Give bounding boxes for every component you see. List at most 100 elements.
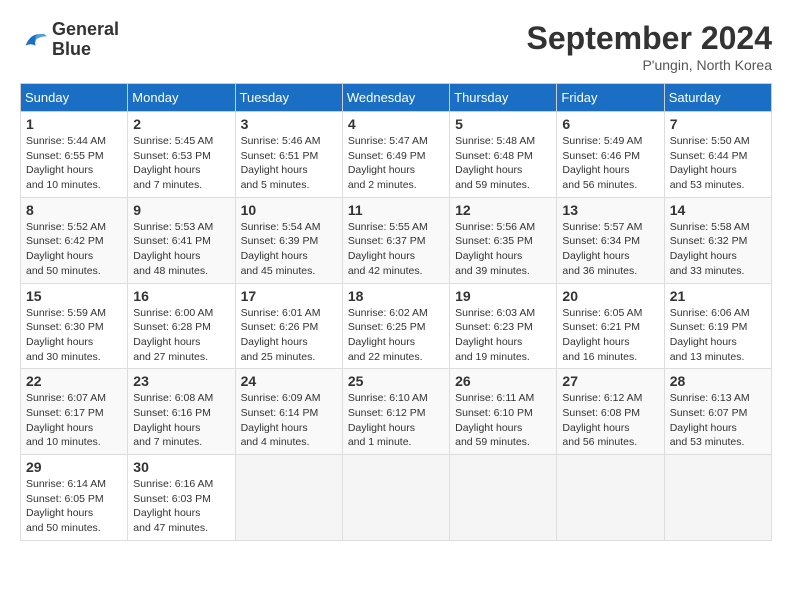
calendar-week-row: 29 Sunrise: 6:14 AMSunset: 6:05 PMDayligh… bbox=[21, 455, 772, 541]
calendar-week-row: 22 Sunrise: 6:07 AMSunset: 6:17 PMDayligh… bbox=[21, 369, 772, 455]
sunset-time: Sunset: 6:51 PM bbox=[241, 150, 319, 162]
sunrise-time: Sunrise: 5:47 AM bbox=[348, 135, 428, 147]
table-row: 12Sunrise: 5:56 AMSunset: 6:35 PMDayligh… bbox=[450, 197, 557, 283]
sunset-time: Sunset: 6:12 PM bbox=[348, 407, 426, 419]
day-number: 18 bbox=[348, 288, 444, 304]
col-friday: Friday bbox=[557, 84, 664, 112]
daylight-label: Daylight hours bbox=[348, 422, 415, 434]
sunset-time: Sunset: 6:25 PM bbox=[348, 321, 426, 333]
table-row bbox=[450, 455, 557, 541]
col-saturday: Saturday bbox=[664, 84, 771, 112]
daylight-minutes: and 2 minutes. bbox=[348, 179, 417, 191]
sunrise-time: Sunrise: 5:50 AM bbox=[670, 135, 750, 147]
sunrise-time: Sunrise: 6:01 AM bbox=[241, 307, 321, 319]
sunrise-time: Sunrise: 6:02 AM bbox=[348, 307, 428, 319]
col-wednesday: Wednesday bbox=[342, 84, 449, 112]
daylight-minutes: and 22 minutes. bbox=[348, 351, 423, 363]
table-row: 22 Sunrise: 6:07 AMSunset: 6:17 PMDayligh… bbox=[21, 369, 128, 455]
sunset-time: Sunset: 6:30 PM bbox=[26, 321, 104, 333]
sunset-time: Sunset: 6:46 PM bbox=[562, 150, 640, 162]
daylight-label: Daylight hours bbox=[670, 422, 737, 434]
table-row: 15Sunrise: 5:59 AMSunset: 6:30 PMDayligh… bbox=[21, 283, 128, 369]
sunrise-time: Sunrise: 6:06 AM bbox=[670, 307, 750, 319]
day-info: Sunrise: 6:02 AMSunset: 6:25 PMDaylight … bbox=[348, 306, 444, 365]
sunset-time: Sunset: 6:10 PM bbox=[455, 407, 533, 419]
sunset-time: Sunset: 6:48 PM bbox=[455, 150, 533, 162]
day-number: 25 bbox=[348, 373, 444, 389]
table-row: 3 Sunrise: 5:46 AMSunset: 6:51 PMDaylight… bbox=[235, 112, 342, 198]
day-number: 29 bbox=[26, 459, 122, 475]
sunset-time: Sunset: 6:05 PM bbox=[26, 493, 104, 505]
day-info: Sunrise: 5:44 AMSunset: 6:55 PMDaylight … bbox=[26, 134, 122, 193]
day-info: Sunrise: 6:07 AMSunset: 6:17 PMDaylight … bbox=[26, 391, 122, 450]
sunrise-time: Sunrise: 5:55 AM bbox=[348, 221, 428, 233]
sunrise-time: Sunrise: 6:09 AM bbox=[241, 392, 321, 404]
calendar-table: Sunday Monday Tuesday Wednesday Thursday… bbox=[20, 83, 772, 541]
sunset-time: Sunset: 6:17 PM bbox=[26, 407, 104, 419]
sunset-time: Sunset: 6:16 PM bbox=[133, 407, 211, 419]
sunset-time: Sunset: 6:49 PM bbox=[348, 150, 426, 162]
daylight-minutes: and 7 minutes. bbox=[133, 436, 202, 448]
table-row: 5Sunrise: 5:48 AMSunset: 6:48 PMDaylight… bbox=[450, 112, 557, 198]
daylight-minutes: and 33 minutes. bbox=[670, 265, 745, 277]
day-info: Sunrise: 6:14 AMSunset: 6:05 PMDaylight … bbox=[26, 477, 122, 536]
daylight-minutes: and 50 minutes. bbox=[26, 265, 101, 277]
sunset-time: Sunset: 6:53 PM bbox=[133, 150, 211, 162]
sunset-time: Sunset: 6:19 PM bbox=[670, 321, 748, 333]
day-number: 24 bbox=[241, 373, 337, 389]
table-row: 16Sunrise: 6:00 AMSunset: 6:28 PMDayligh… bbox=[128, 283, 235, 369]
sunset-time: Sunset: 6:32 PM bbox=[670, 235, 748, 247]
daylight-label: Daylight hours bbox=[241, 336, 308, 348]
day-number: 2 bbox=[133, 116, 229, 132]
daylight-minutes: and 10 minutes. bbox=[26, 179, 101, 191]
sunrise-time: Sunrise: 5:52 AM bbox=[26, 221, 106, 233]
sunset-time: Sunset: 6:28 PM bbox=[133, 321, 211, 333]
day-number: 8 bbox=[26, 202, 122, 218]
daylight-minutes: and 27 minutes. bbox=[133, 351, 208, 363]
daylight-label: Daylight hours bbox=[562, 336, 629, 348]
table-row: 27Sunrise: 6:12 AMSunset: 6:08 PMDayligh… bbox=[557, 369, 664, 455]
day-number: 22 bbox=[26, 373, 122, 389]
sunrise-time: Sunrise: 5:45 AM bbox=[133, 135, 213, 147]
table-row: 11Sunrise: 5:55 AMSunset: 6:37 PMDayligh… bbox=[342, 197, 449, 283]
page-header: General Blue September 2024 P'ungin, Nor… bbox=[20, 20, 772, 73]
day-number: 10 bbox=[241, 202, 337, 218]
sunset-time: Sunset: 6:14 PM bbox=[241, 407, 319, 419]
daylight-label: Daylight hours bbox=[241, 250, 308, 262]
day-info: Sunrise: 6:12 AMSunset: 6:08 PMDaylight … bbox=[562, 391, 658, 450]
sunset-time: Sunset: 6:23 PM bbox=[455, 321, 533, 333]
day-number: 3 bbox=[241, 116, 337, 132]
table-row bbox=[235, 455, 342, 541]
daylight-minutes: and 7 minutes. bbox=[133, 179, 202, 191]
col-tuesday: Tuesday bbox=[235, 84, 342, 112]
day-info: Sunrise: 5:46 AMSunset: 6:51 PMDaylight … bbox=[241, 134, 337, 193]
day-number: 14 bbox=[670, 202, 766, 218]
daylight-label: Daylight hours bbox=[26, 250, 93, 262]
header-row: Sunday Monday Tuesday Wednesday Thursday… bbox=[21, 84, 772, 112]
day-info: Sunrise: 5:52 AMSunset: 6:42 PMDaylight … bbox=[26, 220, 122, 279]
day-number: 1 bbox=[26, 116, 122, 132]
daylight-minutes: and 45 minutes. bbox=[241, 265, 316, 277]
daylight-label: Daylight hours bbox=[348, 164, 415, 176]
daylight-minutes: and 53 minutes. bbox=[670, 436, 745, 448]
logo-text: General Blue bbox=[52, 20, 119, 60]
day-info: Sunrise: 5:47 AM Sunset: 6:49 PM Daylight … bbox=[348, 134, 444, 193]
sunset-time: Sunset: 6:44 PM bbox=[670, 150, 748, 162]
daylight-minutes: and 42 minutes. bbox=[348, 265, 423, 277]
daylight-minutes: and 56 minutes. bbox=[562, 436, 637, 448]
daylight-label: Daylight hours bbox=[670, 250, 737, 262]
sunrise-time: Sunrise: 5:56 AM bbox=[455, 221, 535, 233]
table-row: 17Sunrise: 6:01 AMSunset: 6:26 PMDayligh… bbox=[235, 283, 342, 369]
sunrise-time: Sunrise: 5:59 AM bbox=[26, 307, 106, 319]
calendar-week-row: 8 Sunrise: 5:52 AMSunset: 6:42 PMDaylight… bbox=[21, 197, 772, 283]
sunrise-time: Sunrise: 6:08 AM bbox=[133, 392, 213, 404]
daylight-label: Daylight hours bbox=[26, 336, 93, 348]
daylight-label: Daylight hours bbox=[26, 164, 93, 176]
day-info: Sunrise: 5:58 AMSunset: 6:32 PMDaylight … bbox=[670, 220, 766, 279]
sunrise-time: Sunrise: 5:57 AM bbox=[562, 221, 642, 233]
sunrise-time: Sunrise: 5:54 AM bbox=[241, 221, 321, 233]
sunset-time: Sunset: 6:37 PM bbox=[348, 235, 426, 247]
table-row: 6Sunrise: 5:49 AMSunset: 6:46 PMDaylight… bbox=[557, 112, 664, 198]
day-number: 7 bbox=[670, 116, 766, 132]
daylight-minutes: and 30 minutes. bbox=[26, 351, 101, 363]
